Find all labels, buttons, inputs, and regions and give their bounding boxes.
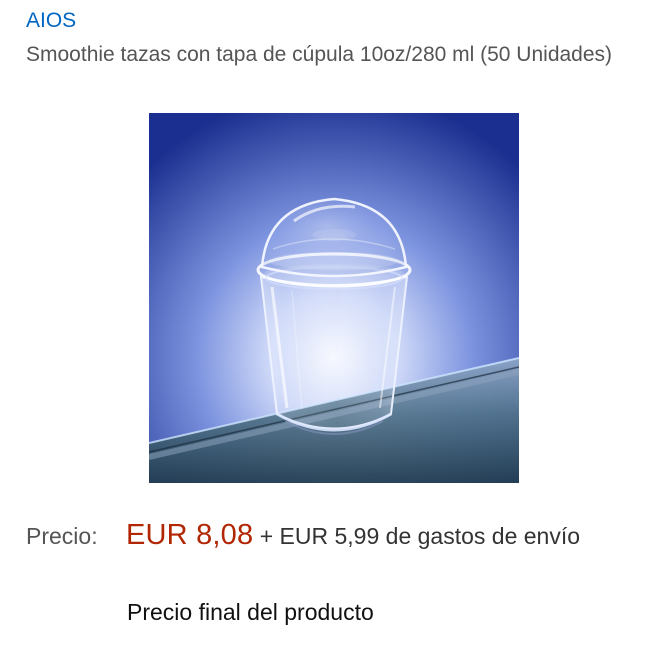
price-line: EUR 8,08 + EUR 5,99 de gastos de envío bbox=[126, 515, 626, 556]
product-image[interactable] bbox=[149, 113, 519, 483]
shipping-cost: + EUR 5,99 de gastos de envío bbox=[259, 523, 581, 549]
brand-link[interactable]: AIOS bbox=[26, 8, 76, 34]
final-price-note: Precio final del producto bbox=[127, 599, 374, 625]
price-value: EUR 8,08 bbox=[126, 519, 254, 551]
price-label: Precio: bbox=[26, 523, 98, 549]
cup-illustration bbox=[149, 113, 519, 483]
product-title: Smoothie tazas con tapa de cúpula 10oz/2… bbox=[26, 43, 613, 66]
